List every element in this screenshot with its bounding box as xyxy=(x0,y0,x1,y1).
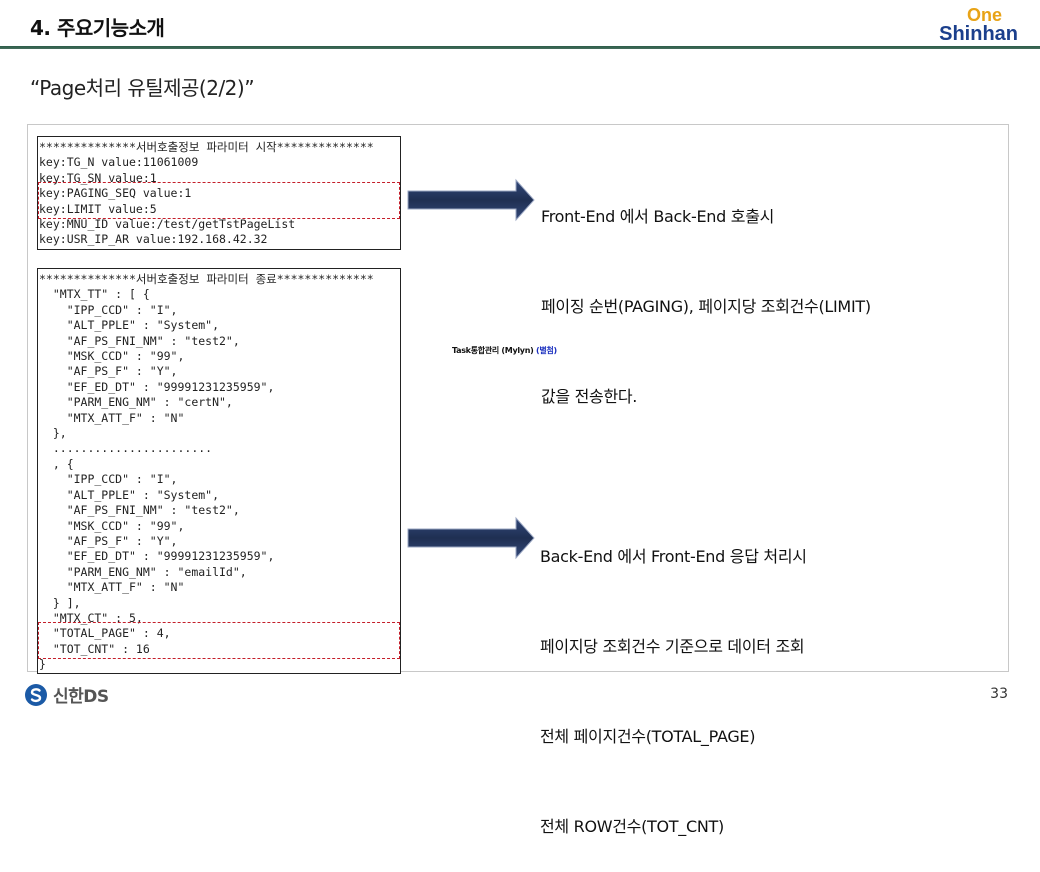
log-line: "AF_PS_FNI_NM" : "test2", xyxy=(39,333,240,348)
log-line: "MTX_ATT_F" : "N" xyxy=(39,580,185,595)
description-line: 값을 전송한다. xyxy=(541,387,638,406)
description-line: 전체 ROW건수(TOT_CNT) xyxy=(540,817,724,836)
one-shinhan-logo: One Shinhan xyxy=(939,6,1018,44)
description-line: 전체 페이지건수(TOTAL_PAGE) xyxy=(540,727,756,746)
right-arrow-icon xyxy=(407,516,535,560)
log-line: **************서버호출정보 파라미터 시작************… xyxy=(39,140,374,154)
description-line: 페이징 순번(PAGING), 페이지당 조회건수(LIMIT) xyxy=(541,297,871,316)
log-line: ....................... xyxy=(39,441,213,456)
log-line: key:USR_IP_AR value:192.168.42.32 xyxy=(39,232,268,247)
response-highlight-box xyxy=(38,622,400,659)
log-line: key:TG_N value:11061009 xyxy=(39,155,199,170)
footer-logo: 신한DS xyxy=(24,682,109,707)
log-line: "EF_ED_DT" : "99991231235959", xyxy=(39,379,275,394)
description-line: 페이지당 조회건수 기준으로 데이터 조회 xyxy=(540,637,805,656)
mylyn-note: Task통합관리 (Mylyn) (별첨) xyxy=(452,345,557,356)
log-line: "PARM_ENG_NM" : "certN", xyxy=(39,395,233,410)
right-arrow-icon xyxy=(407,178,535,222)
request-description: Front-End 에서 Back-End 호출시 페이징 순번(PAGING)… xyxy=(541,142,871,442)
header-divider xyxy=(0,46,1040,49)
log-line: key:MNU_ID value:/test/getTstPageList xyxy=(39,217,296,232)
response-description: Back-End 에서 Front-End 응답 처리시 페이지당 조회건수 기… xyxy=(540,482,807,872)
log-line: "PARM_ENG_NM" : "emailId", xyxy=(39,564,247,579)
log-line: **************서버호출정보 파라미터 종료************… xyxy=(39,272,374,286)
logo-one-text: One xyxy=(967,5,1003,25)
log-line: "ALT_PPLE" : "System", xyxy=(39,487,220,502)
slide-subtitle: “Page처리 유틸제공(2/2)” xyxy=(30,76,255,100)
page-title: 4. 주요기능소개 xyxy=(30,16,165,40)
log-line: "MTX_ATT_F" : "N" xyxy=(39,410,185,425)
log-line: "AF_PS_F" : "Y", xyxy=(39,364,178,379)
log-line: } xyxy=(39,657,46,672)
attachment-link[interactable]: (별첨) xyxy=(536,346,557,355)
log-line: "EF_ED_DT" : "99991231235959", xyxy=(39,549,275,564)
log-line: "MSK_CCD" : "99", xyxy=(39,518,185,533)
log-line: "MSK_CCD" : "99", xyxy=(39,349,185,364)
request-highlight-box xyxy=(38,182,400,219)
log-line: }, xyxy=(39,426,67,441)
shinhan-logo-icon xyxy=(25,683,47,706)
description-line: Front-End 에서 Back-End 호출시 xyxy=(541,207,775,226)
log-line: , { xyxy=(39,456,74,471)
page-number: 33 xyxy=(990,686,1008,702)
logo-shinhan-text: Shinhan xyxy=(939,23,1018,45)
footer-logo-text: 신한DS xyxy=(53,687,109,707)
mylyn-note-text: Task통합관리 (Mylyn) xyxy=(452,346,534,355)
log-line: "AF_PS_F" : "Y", xyxy=(39,533,178,548)
log-line: "MTX_TT" : [ { xyxy=(39,287,150,302)
log-line: } ], xyxy=(39,595,81,610)
description-line: Back-End 에서 Front-End 응답 처리시 xyxy=(540,547,807,566)
response-log-box: **************서버호출정보 파라미터 종료************… xyxy=(37,268,401,674)
log-line: "ALT_PPLE" : "System", xyxy=(39,318,220,333)
log-line: "IPP_CCD" : "I", xyxy=(39,302,178,317)
log-line: "IPP_CCD" : "I", xyxy=(39,472,178,487)
log-line: "AF_PS_FNI_NM" : "test2", xyxy=(39,503,240,518)
